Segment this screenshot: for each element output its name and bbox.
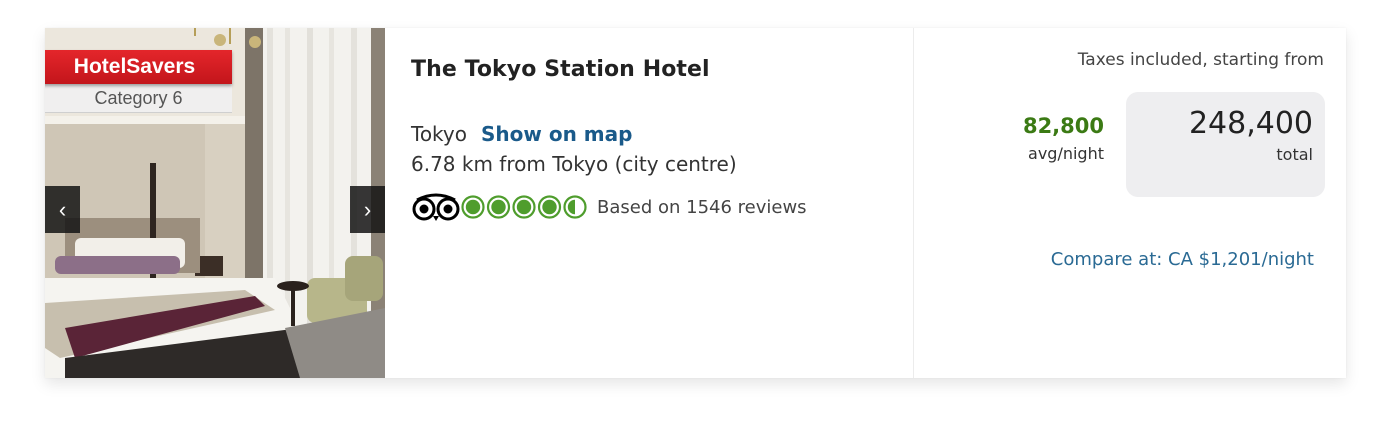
avg-price-block: 82,800 avg/night bbox=[1023, 114, 1104, 163]
hotel-city: Tokyo bbox=[411, 122, 467, 146]
avg-nightly-price: 82,800 bbox=[1022, 114, 1104, 138]
show-on-map-link[interactable]: Show on map bbox=[481, 122, 632, 146]
total-price-box[interactable]: 248,400 total bbox=[1126, 92, 1325, 197]
gallery-next-button[interactable]: › bbox=[350, 186, 385, 233]
gallery-prev-button[interactable]: ‹ bbox=[45, 186, 80, 233]
badge-category-label: Category 6 bbox=[45, 84, 232, 113]
hotel-details: The Tokyo Station Hotel Tokyo Show on map… bbox=[411, 28, 911, 378]
avg-night-label: avg/night bbox=[1028, 144, 1104, 163]
taxes-included-label: Taxes included, starting from bbox=[1077, 50, 1324, 70]
hotel-photo-gallery[interactable]: HotelSavers Category 6 ‹ › bbox=[45, 28, 385, 378]
hotel-name[interactable]: The Tokyo Station Hotel bbox=[411, 57, 710, 82]
price-panel: Taxes included, starting from 82,800 avg… bbox=[915, 28, 1346, 378]
hotel-card[interactable]: HotelSavers Category 6 ‹ › The Tokyo Sta… bbox=[45, 28, 1346, 378]
hotelsavers-badge: HotelSavers Category 6 bbox=[45, 50, 232, 113]
rating-bubbles bbox=[461, 195, 587, 219]
section-divider bbox=[913, 28, 914, 378]
chevron-right-icon: › bbox=[363, 196, 372, 222]
badge-brand-label: HotelSavers bbox=[45, 50, 232, 84]
hotel-location: Tokyo Show on map bbox=[411, 122, 632, 146]
tripadvisor-rating[interactable]: Based on 1546 reviews bbox=[411, 192, 807, 222]
rating-bubble-fill bbox=[516, 199, 532, 215]
tripadvisor-owl-icon bbox=[412, 193, 460, 221]
rating-bubble-fill bbox=[542, 199, 557, 215]
total-label: total bbox=[1276, 145, 1313, 164]
total-price: 248,400 bbox=[1188, 106, 1313, 141]
compare-price-link[interactable]: Compare at: CA $1,201/night bbox=[1051, 249, 1314, 270]
reviews-count: Based on 1546 reviews bbox=[597, 196, 807, 218]
hotel-distance: 6.78 km from Tokyo (city centre) bbox=[411, 152, 737, 176]
rating-bubble-fill bbox=[491, 199, 506, 215]
rating-bubble-fill bbox=[465, 199, 481, 215]
chevron-left-icon: ‹ bbox=[58, 196, 67, 222]
